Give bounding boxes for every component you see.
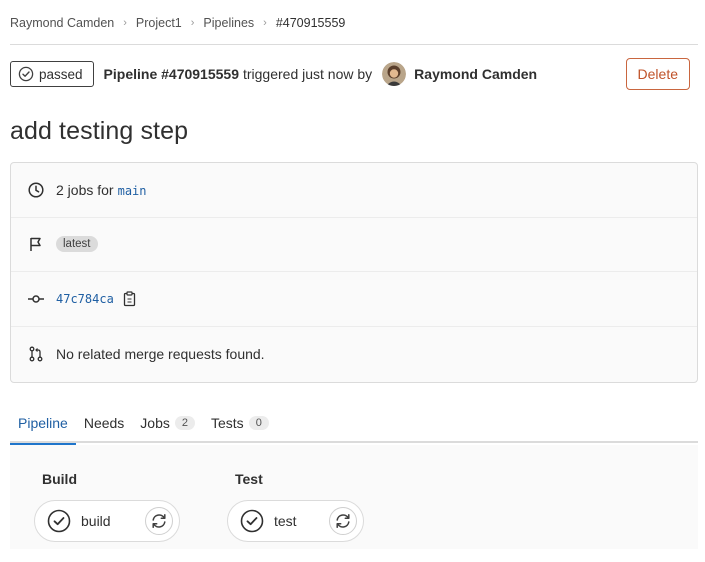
merge-request-icon — [27, 345, 45, 363]
stage-title: Build — [42, 471, 77, 487]
pipeline-tabs: Pipeline Needs Jobs 2 Tests 0 — [10, 403, 698, 445]
tab-label: Needs — [83, 415, 125, 431]
commit-icon — [27, 290, 45, 308]
tag-row: latest — [11, 218, 697, 272]
divider — [10, 44, 698, 45]
breadcrumb-project[interactable]: Project1 — [136, 16, 182, 30]
status-label: passed — [39, 66, 83, 82]
merge-requests-row: No related merge requests found. — [11, 327, 697, 382]
status-badge[interactable]: passed — [10, 61, 94, 87]
branch-link[interactable]: main — [118, 184, 147, 198]
retry-icon — [336, 514, 350, 528]
clipboard-icon[interactable] — [123, 291, 137, 307]
flag-icon — [27, 235, 45, 253]
pipeline-header: passed Pipeline #470915559 triggered jus… — [10, 58, 690, 90]
retry-icon — [152, 514, 166, 528]
pipeline-info: 2 jobs for main latest 47c784ca No relat… — [10, 162, 698, 383]
tab-tests[interactable]: Tests 0 — [203, 403, 277, 443]
author-name[interactable]: Raymond Camden — [414, 66, 537, 82]
triggered-text: triggered just now by — [242, 66, 373, 82]
tab-pipeline[interactable]: Pipeline — [10, 403, 76, 445]
job-name: test — [274, 513, 297, 529]
tab-label: Jobs — [140, 415, 170, 431]
latest-badge: latest — [56, 236, 98, 253]
jobs-text: 2 jobs for main — [56, 182, 147, 198]
pipeline-label: Pipeline #470915559 — [103, 66, 239, 82]
breadcrumb-user[interactable]: Raymond Camden — [10, 16, 114, 30]
check-circle-icon — [18, 66, 34, 82]
job-name: build — [81, 513, 111, 529]
tab-count-badge: 0 — [248, 416, 269, 430]
tab-needs[interactable]: Needs — [76, 403, 132, 443]
breadcrumb: Raymond Camden › Project1 › Pipelines › … — [10, 14, 345, 32]
job-build[interactable]: build — [34, 500, 180, 542]
jobs-count-text: 2 jobs for — [56, 181, 114, 198]
retry-button[interactable] — [145, 507, 173, 535]
tab-label: Pipeline — [18, 415, 68, 431]
pipeline-summary: Pipeline #470915559 triggered just now b… — [103, 62, 537, 86]
merge-requests-text: No related merge requests found. — [56, 345, 265, 362]
stage-title: Test — [235, 471, 263, 487]
check-circle-icon — [47, 509, 71, 533]
commit-sha-link[interactable]: 47c784ca — [56, 292, 114, 306]
job-test[interactable]: test — [227, 500, 364, 542]
breadcrumb-separator: › — [190, 17, 195, 29]
commit-row: 47c784ca — [11, 272, 697, 327]
breadcrumb-separator: › — [123, 17, 127, 29]
tab-label: Tests — [211, 415, 244, 431]
breadcrumb-separator: › — [263, 17, 267, 29]
tab-count-badge: 2 — [174, 416, 195, 430]
tab-jobs[interactable]: Jobs 2 — [132, 403, 203, 443]
page-title: add testing step — [10, 117, 189, 145]
breadcrumb-pipeline-id[interactable]: #470915559 — [276, 16, 346, 30]
clock-icon — [27, 181, 45, 199]
delete-button[interactable]: Delete — [625, 58, 690, 90]
avatar[interactable] — [382, 62, 407, 86]
jobs-row: 2 jobs for main — [11, 163, 697, 218]
retry-button[interactable] — [329, 507, 357, 535]
pipeline-graph: Build build Test test — [10, 445, 698, 549]
breadcrumb-pipelines[interactable]: Pipelines — [203, 16, 254, 30]
check-circle-icon — [240, 509, 264, 533]
